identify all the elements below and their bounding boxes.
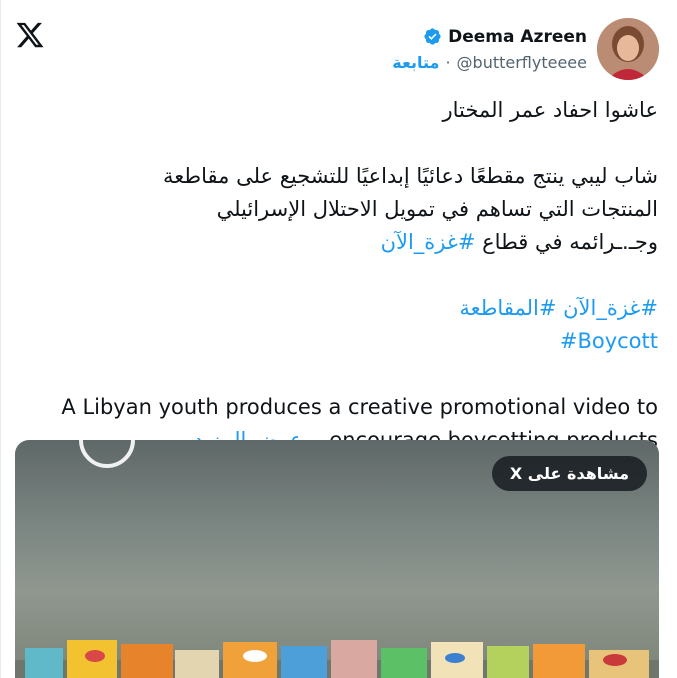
product-boxes-image: [15, 640, 659, 678]
hashtag-link-boycott[interactable]: #Boycott: [18, 325, 658, 358]
tweet-line: المنتجات التي تساهم في تمويل الاحتلال ال…: [216, 197, 658, 221]
avatar[interactable]: [597, 18, 659, 80]
english-line: A Libyan youth produces a creative promo…: [61, 395, 658, 419]
user-handle[interactable]: @butterflyteeee: [457, 53, 587, 72]
separator-dot: ·: [445, 52, 451, 72]
tweet-header: Deema Azreen متابعة · @butterflyteeee: [392, 18, 659, 80]
x-logo-icon[interactable]: [15, 20, 45, 50]
decorative-circle: [79, 440, 135, 468]
tweet-text-fragment: وجـ.ـرائمه في قطاع: [475, 230, 658, 254]
handle-row: متابعة · @butterflyteeee: [392, 53, 587, 72]
video-thumbnail[interactable]: مشاهدة على X: [15, 440, 659, 678]
hashtag-links[interactable]: #غزة_الآن #المقاطعة: [18, 292, 658, 325]
name-row: Deema Azreen: [423, 27, 587, 47]
author-info: Deema Azreen متابعة · @butterflyteeee: [392, 27, 587, 72]
display-name[interactable]: Deema Azreen: [448, 27, 587, 47]
tweet-line: شاب ليبي ينتج مقطعًا دعائيًا إبداعيًا لل…: [163, 164, 658, 188]
hashtag-link[interactable]: #غزة_الآن: [381, 230, 476, 254]
tweet-line: عاشوا احفاد عمر المختار: [442, 98, 659, 122]
tweet-line: وجـ.ـرائمه في قطاع #غزة_الآن: [18, 226, 658, 259]
tweet-embed-card: Deema Azreen متابعة · @butterflyteeee عا…: [0, 0, 677, 678]
follow-button[interactable]: متابعة: [392, 53, 439, 72]
verified-badge-icon: [424, 28, 441, 45]
tweet-text: عاشوا احفاد عمر المختار شاب ليبي ينتج مق…: [18, 94, 658, 457]
watch-on-x-button[interactable]: مشاهدة على X: [491, 456, 647, 491]
